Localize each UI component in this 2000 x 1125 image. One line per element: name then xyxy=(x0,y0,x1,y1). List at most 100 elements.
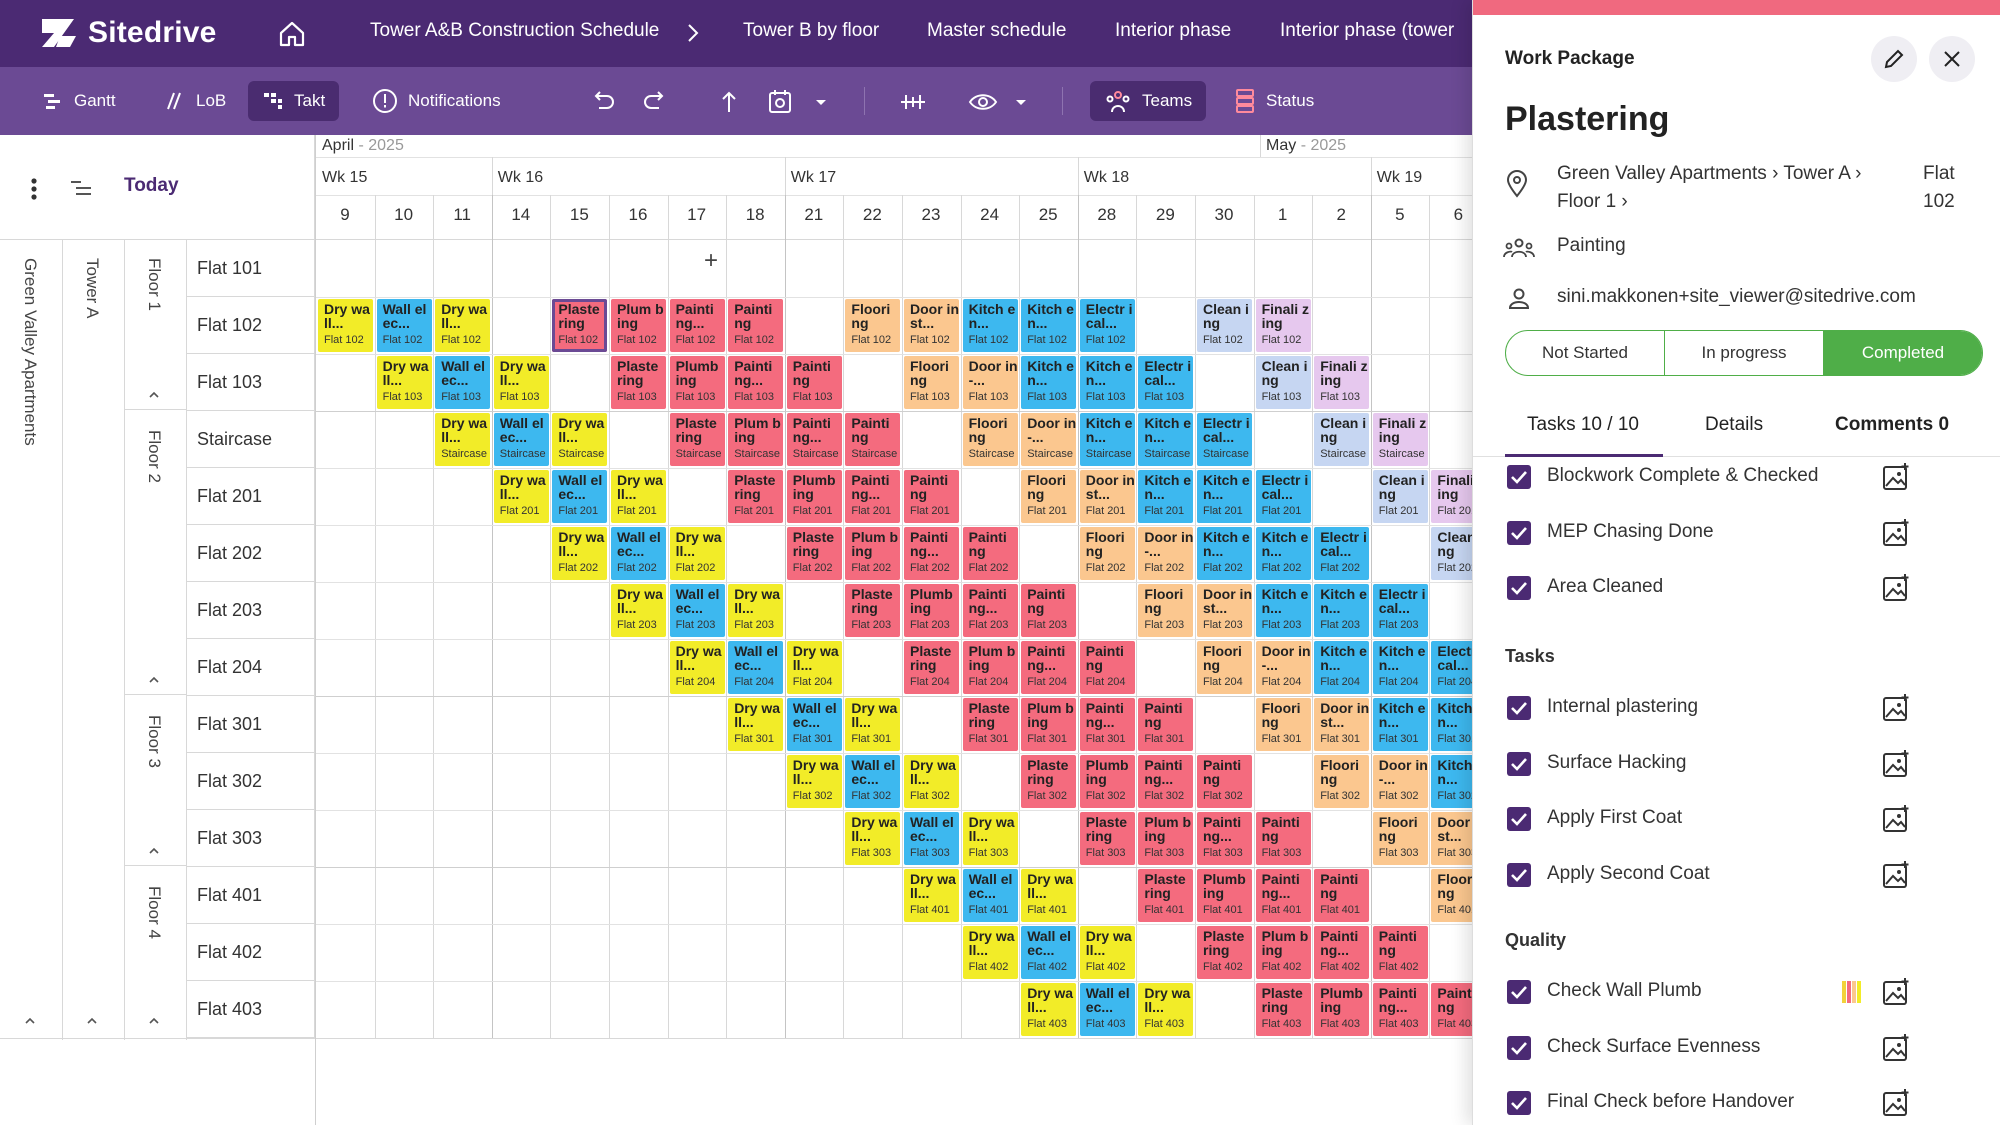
checkbox[interactable] xyxy=(1507,862,1531,887)
tab-details[interactable]: Details xyxy=(1705,414,1763,436)
row-label[interactable]: Flat 401 xyxy=(186,867,315,924)
floor-label[interactable]: Floor 2 xyxy=(144,430,164,483)
task-cell[interactable]: Painti ng... Flat 202 xyxy=(904,527,959,580)
redo-icon[interactable] xyxy=(640,87,670,117)
task-cell[interactable]: Finali zing Staircase xyxy=(1372,413,1428,466)
task-cell[interactable]: Electr ical... Flat 102 xyxy=(1079,299,1135,352)
task-cell[interactable]: Dry wall... Flat 102 xyxy=(435,299,491,352)
task-cell[interactable]: Painti ng... Flat 102 xyxy=(669,299,725,352)
checkbox[interactable] xyxy=(1507,520,1531,545)
task-cell[interactable]: Plum bing Flat 204 xyxy=(962,641,1018,694)
task-cell[interactable]: Painti ng Flat 203 xyxy=(1021,584,1077,637)
row-label[interactable]: Flat 302 xyxy=(186,753,315,810)
task-cell[interactable]: Electr ical... Flat 201 xyxy=(1255,470,1311,523)
task-cell[interactable]: Plum bing Flat 102 xyxy=(611,299,666,352)
task-cell[interactable]: Dry wall... Flat 204 xyxy=(786,641,842,694)
task-cell[interactable]: Painti ng Flat 103 xyxy=(786,356,842,409)
add-photo-icon[interactable] xyxy=(1881,462,1911,492)
task-cell[interactable]: Plaste ring Flat 201 xyxy=(728,470,784,523)
task-cell[interactable]: Dry wall... Flat 301 xyxy=(728,698,784,751)
task-cell[interactable]: Plaste ring Flat 402 xyxy=(1197,926,1252,979)
checkbox[interactable] xyxy=(1507,465,1531,489)
task-cell[interactable]: Plaste ring Flat 203 xyxy=(845,584,901,637)
task-cell[interactable]: Plaste ring Flat 303 xyxy=(1079,812,1135,865)
row-label[interactable]: Flat 204 xyxy=(186,639,315,696)
task-cell[interactable]: Plumb ing Flat 302 xyxy=(1079,755,1135,808)
task-cell[interactable]: Painti ng... Flat 303 xyxy=(1197,812,1252,865)
task-cell[interactable]: Clean ing Flat 201 xyxy=(1372,470,1428,523)
row-label[interactable]: Staircase xyxy=(186,411,315,468)
task-cell[interactable]: Wall elec... Flat 303 xyxy=(904,812,959,865)
task-cell[interactable]: Wall elec... Flat 103 xyxy=(435,356,491,409)
task-cell[interactable]: Painti ng... Staircase xyxy=(786,413,842,466)
row-label[interactable]: Flat 101 xyxy=(186,240,315,297)
add-photo-icon[interactable] xyxy=(1881,1033,1911,1063)
status-completed[interactable]: Completed xyxy=(1824,331,1982,375)
task-cell[interactable]: Floori ng Flat 301 xyxy=(1255,698,1311,751)
task-cell[interactable]: Door inst... Flat 303 xyxy=(1431,812,1472,865)
task-cell[interactable]: Plumb ing Flat 401 xyxy=(1197,869,1252,922)
task-cell[interactable]: Painti ng Flat 303 xyxy=(1255,812,1311,865)
task-cell[interactable]: Painti ng... Flat 302 xyxy=(1138,755,1194,808)
task-cell[interactable]: Dry wall... Flat 302 xyxy=(904,755,959,808)
task-cell[interactable]: Electr ical... Staircase xyxy=(1197,413,1252,466)
task-cell[interactable]: Finali zing Flat 201 xyxy=(1431,470,1472,523)
task-cell[interactable]: Electr ical... Flat 202 xyxy=(1314,527,1370,580)
task-cell[interactable]: Floori ng Staircase xyxy=(962,413,1018,466)
tab-interior-phase[interactable]: Interior phase xyxy=(1115,20,1231,42)
task-cell[interactable]: Kitch en... Flat 102 xyxy=(962,299,1018,352)
arrow-up-icon[interactable] xyxy=(714,87,744,117)
tab-tower-b-by-floor[interactable]: Tower B by floor xyxy=(743,20,879,42)
task-cell[interactable]: Plaste ring Flat 202 xyxy=(786,527,842,580)
task-cell[interactable]: Door in-... Flat 302 xyxy=(1372,755,1428,808)
status-in-progress[interactable]: In progress xyxy=(1665,331,1824,375)
task-cell[interactable]: Wall elec... Flat 202 xyxy=(611,527,666,580)
checkbox[interactable] xyxy=(1507,1035,1531,1060)
add-photo-icon[interactable] xyxy=(1881,977,1911,1007)
chevron-down-icon[interactable] xyxy=(806,87,836,117)
checkbox[interactable] xyxy=(1507,807,1531,831)
task-cell[interactable]: Painti ng Flat 102 xyxy=(728,299,784,352)
tab-interior-phase-tower[interactable]: Interior phase (tower xyxy=(1280,20,1454,42)
checkbox[interactable] xyxy=(1507,980,1531,1004)
task-cell[interactable]: Plumb ing Flat 403 xyxy=(1314,983,1370,1036)
task-cell[interactable]: Dry wall... Flat 103 xyxy=(376,356,432,409)
task-cell[interactable]: Plum bing Flat 202 xyxy=(845,527,901,580)
task-cell[interactable]: Floori ng Flat 201 xyxy=(1021,470,1077,523)
task-cell[interactable]: Electr ical... Flat 203 xyxy=(1372,584,1428,637)
floor-label[interactable]: Floor 4 xyxy=(144,886,164,939)
lob-view-button[interactable]: LoB xyxy=(150,81,240,121)
task-cell[interactable]: Painti ng... Flat 402 xyxy=(1314,926,1370,979)
task-cell[interactable]: Kitch en... Staircase xyxy=(1138,413,1194,466)
location-path[interactable]: Green Valley Apartments › Tower A › Floo… xyxy=(1557,160,1887,216)
task-cell[interactable]: Plaste ring Flat 102 xyxy=(552,299,608,352)
row-label[interactable]: Flat 301 xyxy=(186,696,315,753)
task-cell[interactable]: Kitch en... Flat 102 xyxy=(1021,299,1077,352)
notifications-button[interactable]: Notifications xyxy=(358,81,515,121)
task-cell[interactable]: Dry wall... Flat 303 xyxy=(845,812,901,865)
task-cell[interactable]: Plum bing Flat 301 xyxy=(1021,698,1077,751)
floor-label[interactable]: Floor 3 xyxy=(144,715,164,768)
breadcrumb-schedule[interactable]: Tower A&B Construction Schedule xyxy=(370,20,659,42)
task-cell[interactable]: Kitch en... Flat 201 xyxy=(1197,470,1252,523)
add-photo-icon[interactable] xyxy=(1881,804,1911,834)
task-cell[interactable]: Wall elec... Flat 402 xyxy=(1021,926,1077,979)
task-cell[interactable]: Finali zing Flat 103 xyxy=(1314,356,1370,409)
task-cell[interactable]: Floori ng Flat 204 xyxy=(1197,641,1252,694)
checkbox[interactable] xyxy=(1507,751,1531,776)
task-cell[interactable]: Plum bing Flat 402 xyxy=(1255,926,1311,979)
task-cell[interactable]: Dry wall... Flat 202 xyxy=(552,527,608,580)
chevron-down-icon[interactable] xyxy=(1006,87,1036,117)
task-cell[interactable]: Dry wall... Flat 102 xyxy=(318,299,373,352)
task-cell[interactable]: Wall elec... Flat 201 xyxy=(552,470,608,523)
add-photo-icon[interactable] xyxy=(1881,573,1911,603)
task-cell[interactable]: Dry wall... Flat 401 xyxy=(904,869,959,922)
task-cell[interactable]: Plaste ring Flat 302 xyxy=(1021,755,1077,808)
task-cell[interactable]: Finali zing Flat 102 xyxy=(1255,299,1311,352)
takt-view-button[interactable]: Takt xyxy=(248,81,340,121)
task-cell[interactable]: Painti ng... Flat 103 xyxy=(728,356,784,409)
task-cell[interactable]: Kitch en... Flat 301 xyxy=(1431,698,1472,751)
task-cell[interactable]: Floori ng Flat 203 xyxy=(1138,584,1194,637)
task-cell[interactable]: Dry wall... Flat 202 xyxy=(669,527,725,580)
task-cell[interactable]: Floori ng Flat 303 xyxy=(1372,812,1428,865)
